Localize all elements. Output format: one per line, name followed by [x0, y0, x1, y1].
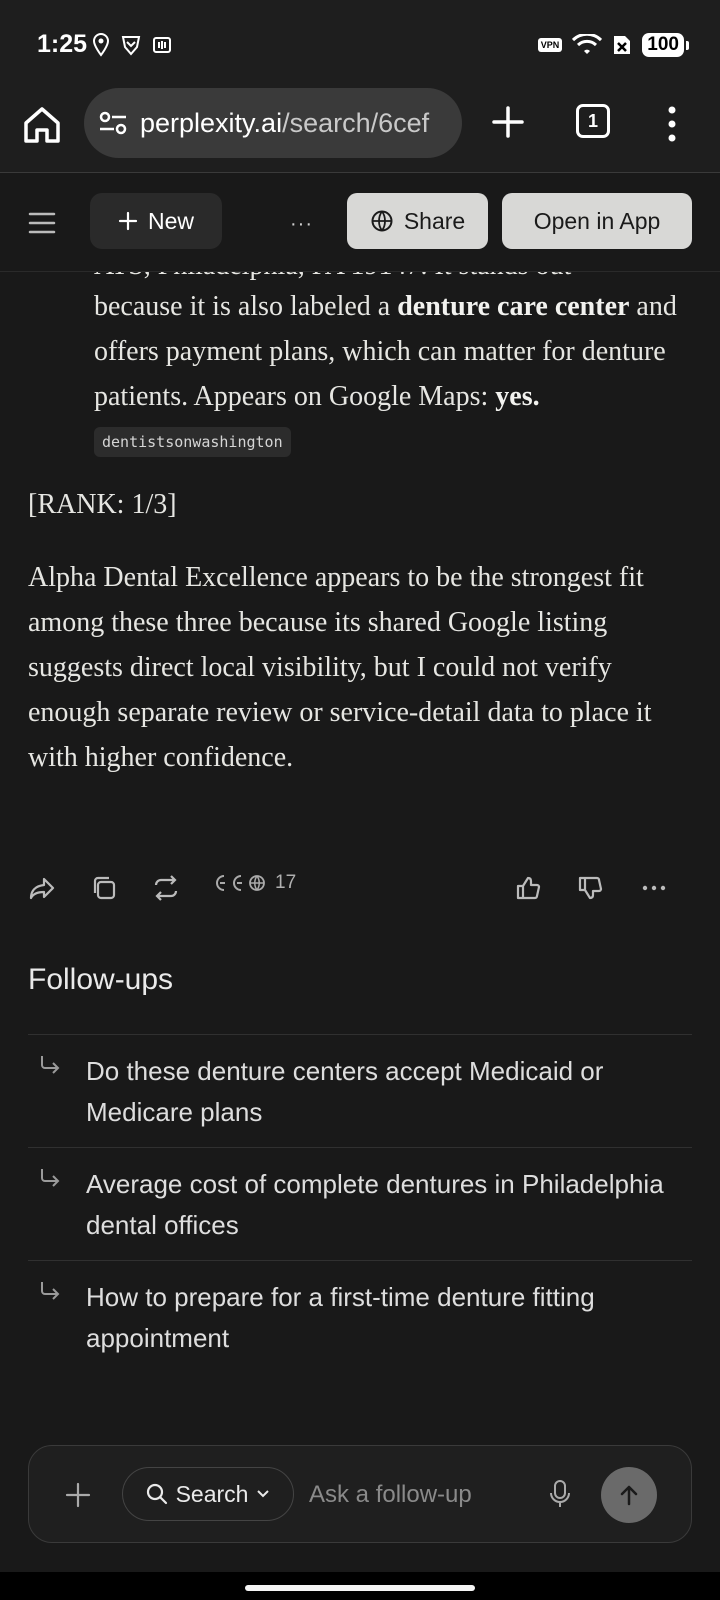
- send-button[interactable]: [601, 1467, 657, 1523]
- nfc-icon: [153, 37, 171, 53]
- url-path: /search/6cef: [282, 108, 430, 138]
- search-mode-selector[interactable]: Search: [122, 1467, 294, 1521]
- followup-item[interactable]: How to prepare for a first-time denture …: [28, 1260, 692, 1373]
- sources-count: 17: [275, 872, 297, 893]
- thumbs-down-icon[interactable]: [576, 874, 604, 902]
- share-arrow-icon[interactable]: [28, 874, 56, 902]
- sources-button[interactable]: 17: [214, 872, 296, 894]
- new-tab-icon[interactable]: [488, 102, 528, 142]
- source-favicon-icon: [233, 875, 242, 891]
- followup-item[interactable]: Average cost of complete dentures in Phi…: [28, 1147, 692, 1260]
- browser-toolbar: perplexity.ai/search/6cef 1: [0, 86, 720, 173]
- return-arrow-icon: [41, 1169, 60, 1187]
- copy-icon[interactable]: [90, 874, 118, 902]
- return-arrow-icon: [41, 1282, 60, 1300]
- url-text[interactable]: perplexity.ai/search/6cef: [140, 108, 429, 139]
- answer-actions: 17: [0, 864, 720, 910]
- status-system-icons: VPN 100: [537, 33, 689, 57]
- followup-text: How to prepare for a first-time denture …: [86, 1282, 595, 1353]
- answer-bullet-paragraph: because it is also labeled a denture car…: [94, 284, 694, 465]
- globe-icon: [249, 875, 265, 891]
- status-bar: 1:25 VPN 100: [0, 0, 720, 86]
- thread-options-button[interactable]: ···: [290, 213, 313, 236]
- plus-icon: [118, 211, 138, 231]
- open-in-app-button[interactable]: Open in App: [502, 193, 692, 249]
- followup-text: Do these denture centers accept Medicaid…: [86, 1056, 604, 1127]
- address-bar[interactable]: perplexity.ai/search/6cef: [84, 88, 462, 158]
- microphone-icon[interactable]: [549, 1479, 571, 1509]
- new-thread-button[interactable]: New: [90, 193, 222, 249]
- status-time: 1:25: [37, 30, 88, 58]
- followup-item[interactable]: Do these denture centers accept Medicaid…: [28, 1034, 692, 1147]
- menu-icon[interactable]: [28, 211, 56, 235]
- chevron-down-icon: [257, 1490, 270, 1498]
- thumbs-up-icon[interactable]: [514, 874, 542, 902]
- vpn-badge: VPN: [537, 38, 563, 52]
- url-domain: perplexity.ai: [140, 108, 283, 138]
- answer-summary: Alpha Dental Excellence appears to be th…: [28, 562, 652, 773]
- followups-title: Follow-ups: [28, 963, 174, 996]
- attach-plus-icon[interactable]: [65, 1482, 91, 1508]
- arrow-up-icon: [620, 1485, 638, 1506]
- site-settings-icon[interactable]: [98, 110, 128, 136]
- rank-label: [RANK: 1/3]: [28, 489, 177, 520]
- source-citation-tag[interactable]: dentistsonwashington: [94, 427, 291, 457]
- home-indicator[interactable]: [245, 1585, 475, 1591]
- app-header: New ··· Share Open in App: [0, 173, 720, 272]
- rewrite-icon[interactable]: [152, 874, 180, 902]
- ask-followup-input[interactable]: [307, 1474, 531, 1516]
- highlight-yes: yes.: [495, 381, 540, 412]
- battery-indicator: 100: [642, 33, 689, 57]
- return-arrow-icon: [41, 1056, 60, 1074]
- status-notification-icons: [92, 33, 172, 57]
- followup-input-bar: Search: [28, 1445, 692, 1543]
- globe-icon: [371, 210, 393, 232]
- no-sim-icon: [614, 36, 631, 54]
- source-favicon-icon: [216, 875, 225, 891]
- tab-switcher-button[interactable]: 1: [576, 104, 610, 138]
- shield-check-icon: [121, 36, 141, 56]
- wifi-icon: [572, 34, 603, 54]
- followup-text: Average cost of complete dentures in Phi…: [86, 1169, 664, 1240]
- home-icon[interactable]: [20, 103, 64, 147]
- search-icon: [146, 1483, 167, 1505]
- location-icon: [92, 33, 110, 57]
- more-options-icon[interactable]: [640, 874, 668, 902]
- highlight-denture-care: denture care center: [397, 291, 630, 322]
- browser-menu-icon[interactable]: [666, 104, 678, 144]
- share-button[interactable]: Share: [347, 193, 488, 249]
